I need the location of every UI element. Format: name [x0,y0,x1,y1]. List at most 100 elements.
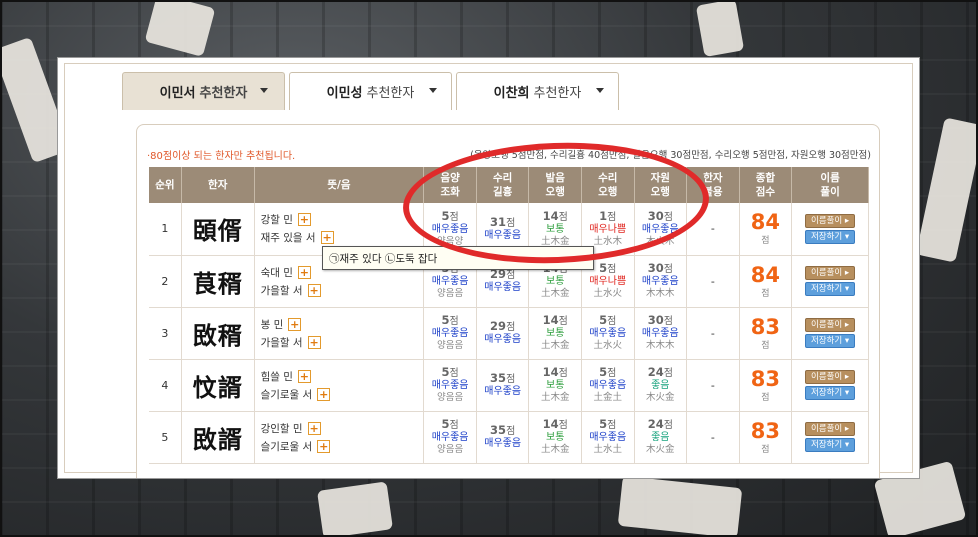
hanja-cell: 忟諝 [181,359,255,412]
tab-name-1[interactable]: 이민서 추천한자 [122,72,285,110]
interpret-name-button[interactable]: 이름풀이 ▸ [805,213,856,228]
score-value: 35 [490,423,507,437]
meaning-cell: 힘쓸 민 + 슬기로울 서 + [254,359,425,412]
plus-icon[interactable]: + [317,439,331,453]
element-text: 土金土 [593,392,623,403]
score-unit: 점 [506,322,516,333]
dropdown-arrow-icon [260,88,268,93]
total-score-unit: 점 [761,444,770,455]
element-text: 土水火 [593,288,623,299]
meaning-second: 재주 있을 서 [260,232,316,245]
rank-cell: 3 [149,307,182,360]
score-value: 30 [647,313,664,327]
element-text: 木火金 [646,444,675,455]
meaning-cell: 봉 민 + 가을할 서 + [254,307,425,360]
interpret-name-button[interactable]: 이름풀이 ▸ [805,266,856,280]
save-button[interactable]: 저장하기 ▾ [805,229,856,244]
meaning-second: 가을할 서 [260,284,303,297]
element-text: 木火木 [646,235,675,247]
yinyang-cell: 5점 매우좋음 양음음 [423,359,477,412]
action-cell: 이름풀이 ▸ 저장하기 ▾ [791,359,869,412]
element-text: 양음음 [437,288,464,299]
score-value: 35 [490,371,507,385]
score-label: 매우좋음 [431,223,469,235]
header-suri-element: 수리 오행 [581,167,635,203]
total-score: 83 [750,418,781,443]
score-unit: 점 [506,374,516,385]
hanja-ban-cell: - [686,307,740,360]
score-unit: 점 [558,420,568,431]
score-label: 매우좋음 [641,223,679,235]
score-unit: 점 [607,420,617,431]
plus-icon[interactable]: + [297,369,311,383]
tab-name-3[interactable]: 이찬희 추천한자 [456,72,619,110]
interpret-name-button[interactable]: 이름풀이 ▸ [805,370,856,384]
action-cell: 이름풀이 ▸ 저장하기 ▾ [791,255,869,308]
score-label: 좋음 [651,380,670,391]
tab-name-2[interactable]: 이민성 추천한자 [289,72,452,110]
score-value: 5 [599,417,608,431]
plus-icon[interactable]: + [320,231,334,245]
source-element-cell: 24점 좋음 木火金 [634,359,688,412]
save-button[interactable]: 저장하기 ▾ [805,282,856,296]
element-text: 木火金 [646,392,675,403]
total-score-unit: 점 [761,340,770,351]
score-label: 좋음 [651,432,670,443]
notice-minimum-score: ·80점이상 되는 한자만 추천됩니다. [147,151,296,162]
tab-suffix: 추천한자 [533,86,582,101]
score-value: 30 [647,208,664,223]
score-unit: 점 [558,368,568,379]
total-score-cell: 84 점 [739,255,793,308]
score-value: 14 [542,208,559,223]
background-decoration [317,481,393,537]
background-decoration [695,0,745,58]
score-value: 31 [490,214,507,229]
sound-element-cell: 14점 보통 土木金 [528,307,582,360]
name-tabs: 이민서 추천한자 이민성 추천한자 이찬희 추천한자 [122,72,619,110]
score-label: 매우좋음 [484,386,522,397]
score-unit: 점 [449,420,459,431]
plus-icon[interactable]: + [297,213,311,227]
score-label: 매우좋음 [641,328,679,339]
action-cell: 이름풀이 ▸ 저장하기 ▾ [791,411,869,464]
score-label: 보통 [546,432,565,443]
suri-element-cell: 5점 매우좋음 土金土 [581,359,635,412]
rank-cell: 2 [149,255,182,308]
score-label: 매우좋음 [484,229,522,241]
score-value: 29 [490,319,507,333]
meaning-first: 강할 민 [260,214,293,227]
interpret-name-button[interactable]: 이름풀이 ▸ [805,422,856,436]
total-score: 84 [750,262,781,287]
table-header-row: 순위 한자 뜻/음 음양 조화 수리 길흉 발음 오행 수리 오행 자원 오행 한자 불용 … [149,167,869,203]
plus-icon[interactable]: + [288,317,302,331]
score-unit: 점 [506,270,516,281]
header-interpret: 이름 풀이 [791,167,869,203]
plus-icon[interactable]: + [317,387,331,401]
score-value: 5 [441,417,450,431]
tab-suffix: 추천한자 [199,86,248,101]
plus-icon[interactable]: + [297,265,311,279]
tab-label: 이민성 [326,86,363,101]
notice-score-legend: (음양오행 5점만점, 수리길흉 40점만점, 발음오행 30점만점, 수리오행… [470,150,871,161]
save-button[interactable]: 저장하기 ▾ [805,334,856,348]
score-value: 1 [599,208,608,223]
score-label: 보통 [546,276,565,287]
score-unit: 점 [449,211,459,223]
plus-icon[interactable]: + [307,335,321,349]
total-score-unit: 점 [761,236,770,247]
save-button[interactable]: 저장하기 ▾ [805,386,856,400]
plus-icon[interactable]: + [307,421,321,435]
tab-label: 이찬희 [493,86,530,101]
element-text: 木木木 [646,288,675,299]
score-value: 5 [599,261,608,275]
suri-luck-cell: 29점 매우좋음 [476,307,530,360]
score-value: 24 [647,417,664,431]
source-element-cell: 30점 매우좋음 木木木 [634,255,688,308]
save-button[interactable]: 저장하기 ▾ [805,438,856,452]
interpret-name-button[interactable]: 이름풀이 ▸ [805,318,856,332]
source-element-cell: 30점 매우좋음 木火木 [634,203,688,256]
score-label: 보통 [546,328,565,339]
table-row: 4 忟諝 힘쓸 민 + 슬기로울 서 + 5점 매우좋음 양음음 35점 매우좋음 … [149,359,869,412]
plus-icon[interactable]: + [307,283,321,297]
score-value: 5 [599,365,608,379]
